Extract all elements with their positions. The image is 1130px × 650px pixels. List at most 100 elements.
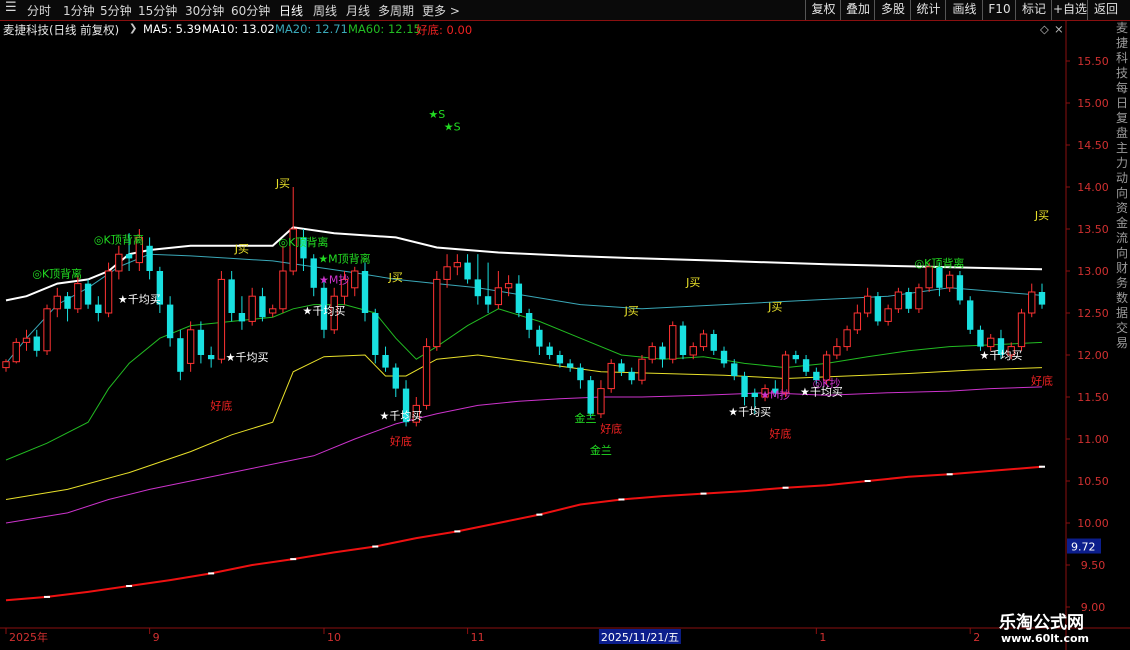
y-tick-label: 14.00 [1077,181,1109,194]
long-line-marker [290,558,297,561]
signal-label: 好底 [390,434,412,448]
kline-chart[interactable]: 15.50 15.00 14.50 14.00 13.50 13.00 12.50 12.00… [0,0,1130,650]
candle-body-down [967,300,974,330]
long-line-marker [454,530,461,533]
candle-body-up [638,358,646,381]
long-line-marker [700,492,707,495]
candle-body-up [781,354,790,394]
candle-body-down [361,271,369,313]
signal-label: 金兰 [590,443,612,457]
candle-body-down [146,245,153,271]
signal-label: J买 [767,300,782,313]
candle-body-down [238,313,246,322]
x-tick-label: 10 [327,631,341,644]
candle-body-up [53,295,61,310]
candle-body-down [484,296,492,305]
candle-body-down [792,355,800,360]
candle-body-down [125,254,133,259]
long-line-marker [536,513,543,516]
candle-body-down [936,266,943,288]
candle-body-down [525,313,533,330]
candle-body-down [228,279,235,313]
cursor-date-label: 2025/11/21/五 [601,631,679,644]
candle-body-up [248,295,256,322]
candle-body-down [515,283,523,313]
signal-label: 好底 [769,426,791,440]
candle-body-down [474,279,482,297]
candle-body-up [843,329,851,348]
candle-body-down [956,275,964,301]
signal-label: ★千均买 [379,410,422,423]
candle-body-down [382,355,389,368]
signal-label: J买 [234,243,249,256]
candle-body-up [504,283,513,289]
candle-body-up [422,346,431,406]
candle-body-up [12,341,20,363]
candle-body-down [310,258,317,288]
signal-label: ★S [428,108,445,121]
candle-body-down [731,363,738,376]
candle-body-up [269,308,277,314]
candle-body-down [95,304,102,313]
x-tick-label: 2 [973,631,980,644]
candle-body-down [166,304,174,339]
signal-label: ◎K顶背离 [32,267,82,281]
y-tick-label: 13.00 [1077,265,1109,278]
candle-body-down [546,346,553,355]
candle-body-up [2,361,10,369]
candle-body-down [741,376,748,397]
signal-label: ★M抄 [319,273,349,287]
candle-body-down [556,355,564,364]
y-tick-label: 10.50 [1077,475,1109,488]
candle-body-down [33,336,40,351]
candle-body-up [1028,291,1036,314]
long-line-marker [782,486,789,489]
candle-body-up [915,287,923,310]
signal-label: ◎K顶背离 [94,232,144,246]
candle-body-up [494,287,503,306]
watermark-logo: 乐淘公式网 www.60lt.com [999,613,1090,645]
candle-body-up [607,362,615,390]
signal-label: ★千均买 [800,385,843,398]
last-price-tag: 9.72 [1071,541,1096,554]
candle-body-down [977,329,984,347]
ma60-line [5,304,1043,461]
signal-label: ★千均买 [303,305,346,318]
long-line-marker [126,585,133,587]
side-info-strip: 麦捷科技每日复盘主力动向资金流向财务数据交易 [1116,21,1129,350]
candle-body-down [710,334,717,351]
y-tick-label: 12.50 [1077,307,1109,320]
candle-body-up [689,346,697,356]
y-tick-label: 9.50 [1081,559,1106,572]
candle-body-down [392,367,399,389]
long-line-marker [372,545,379,548]
signal-label: J买 [624,305,639,318]
candle-body-up [946,274,954,289]
y-tick-label: 13.50 [1077,223,1109,236]
candle-body-up [104,270,113,314]
candle-body-up [925,266,933,289]
candle-body-up [351,270,359,289]
candle-body-down [587,380,594,414]
candle-body-down [197,329,205,355]
candle-body-up [884,308,892,322]
signal-label: J买 [685,276,700,289]
candle-body-down [679,325,687,355]
long-line-marker [618,498,625,501]
signal-label: ★千均买 [980,349,1023,362]
candle-body-up [279,270,287,310]
candle-body-down [536,329,543,347]
candle-body-up [217,278,226,360]
ma-magenta-line [5,386,1043,524]
candle-body-down [84,283,92,305]
y-tick-label: 15.50 [1077,55,1109,68]
y-tick-label: 12.00 [1077,349,1109,362]
signal-label: ★千均买 [226,351,269,364]
candle-body-up [669,325,677,360]
long-line-marker [1039,465,1045,468]
candle-body-up [699,333,708,348]
signal-label: ◎K顶背离 [279,235,329,249]
candle-body-up [43,308,51,352]
candle-body-up [433,278,441,348]
y-tick-label: 11.50 [1077,391,1109,404]
